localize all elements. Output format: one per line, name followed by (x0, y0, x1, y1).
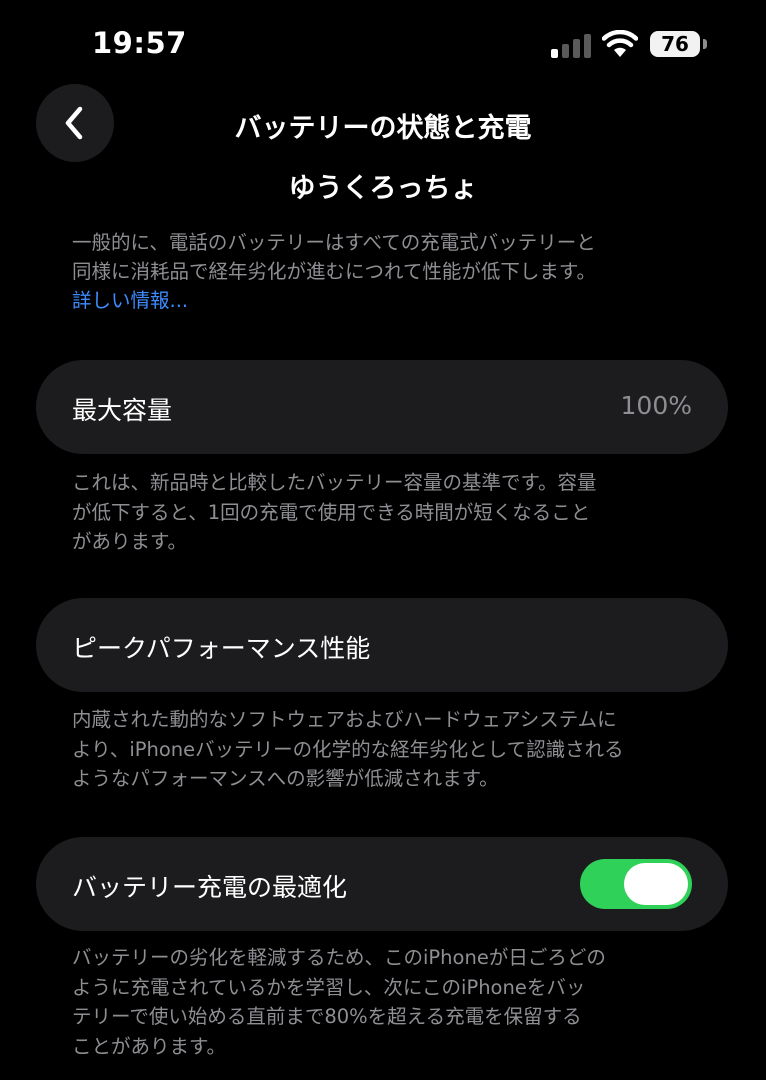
intro-line: 同様に消耗品で経年劣化が進むにつれて性能が低下します。 (72, 260, 596, 283)
description-line: が低下すると、1回の充電で使用できる時間が短くなること (72, 500, 591, 524)
description-line: バッテリーの劣化を軽減するため、このiPhoneが日ごろどの (72, 946, 606, 969)
battery-tip (703, 39, 707, 49)
battery-level: 76 (650, 31, 700, 57)
page-title: バッテリーの状態と充電 (234, 113, 532, 144)
description-line: ことがあります。 (72, 1034, 227, 1058)
watermark-text: ゆうくろっちょ (288, 173, 478, 204)
peak-performance-label: ピークパフォーマンス性能 (72, 634, 371, 663)
description-line: ように充電されているかを学習し、次にこのiPhoneをバッ (72, 975, 586, 999)
wifi-icon (602, 30, 638, 57)
max-capacity-description: これは、新品時と比較したバッテリー容量の基準です。容量 が低下すると、1回の充電… (72, 468, 712, 557)
description-line: テリーで使い始める直前まで80%を超える充電を保留する (72, 1005, 582, 1028)
intro-text: 一般的に、電話のバッテリーはすべての充電式バッテリーと 同様に消耗品で経年劣化が… (72, 228, 712, 315)
optimized-charging-label: バッテリー充電の最適化 (72, 873, 348, 902)
max-capacity-label: 最大容量 (72, 396, 173, 425)
description-line: があります。 (72, 530, 188, 553)
optimized-charging-description: バッテリーの劣化を軽減するため、このiPhoneが日ごろどの ように充電されてい… (72, 943, 712, 1061)
status-bar: 19:57 76 (0, 0, 766, 90)
toggle-knob (624, 863, 688, 905)
description-line: より、iPhoneバッテリーの化学的な経年劣化として認識される (72, 737, 624, 761)
status-time: 19:57 (92, 26, 187, 60)
learn-more-link[interactable]: 詳しい情報... (72, 286, 712, 315)
max-capacity-value: 100% (620, 391, 692, 420)
description-line: これは、新品時と比較したバッテリー容量の基準です。容量 (72, 471, 597, 494)
peak-performance-description: 内蔵された動的なソフトウェアおよびハードウェアシステムに より、iPhoneバッ… (72, 705, 712, 794)
description-line: ようなパフォーマンスへの影響が低減されます。 (72, 767, 499, 790)
optimized-charging-toggle[interactable] (580, 859, 692, 909)
description-line: 内蔵された動的なソフトウェアおよびハードウェアシステムに (72, 708, 617, 731)
optimized-charging-row: バッテリー充電の最適化 (36, 837, 728, 931)
battery-icon: 76 (650, 31, 708, 59)
intro-line: 一般的に、電話のバッテリーはすべての充電式バッテリーと (72, 231, 596, 254)
cellular-signal-icon (551, 34, 591, 58)
max-capacity-row: 最大容量 100% (36, 360, 728, 454)
peak-performance-row[interactable]: ピークパフォーマンス性能 (36, 598, 728, 692)
